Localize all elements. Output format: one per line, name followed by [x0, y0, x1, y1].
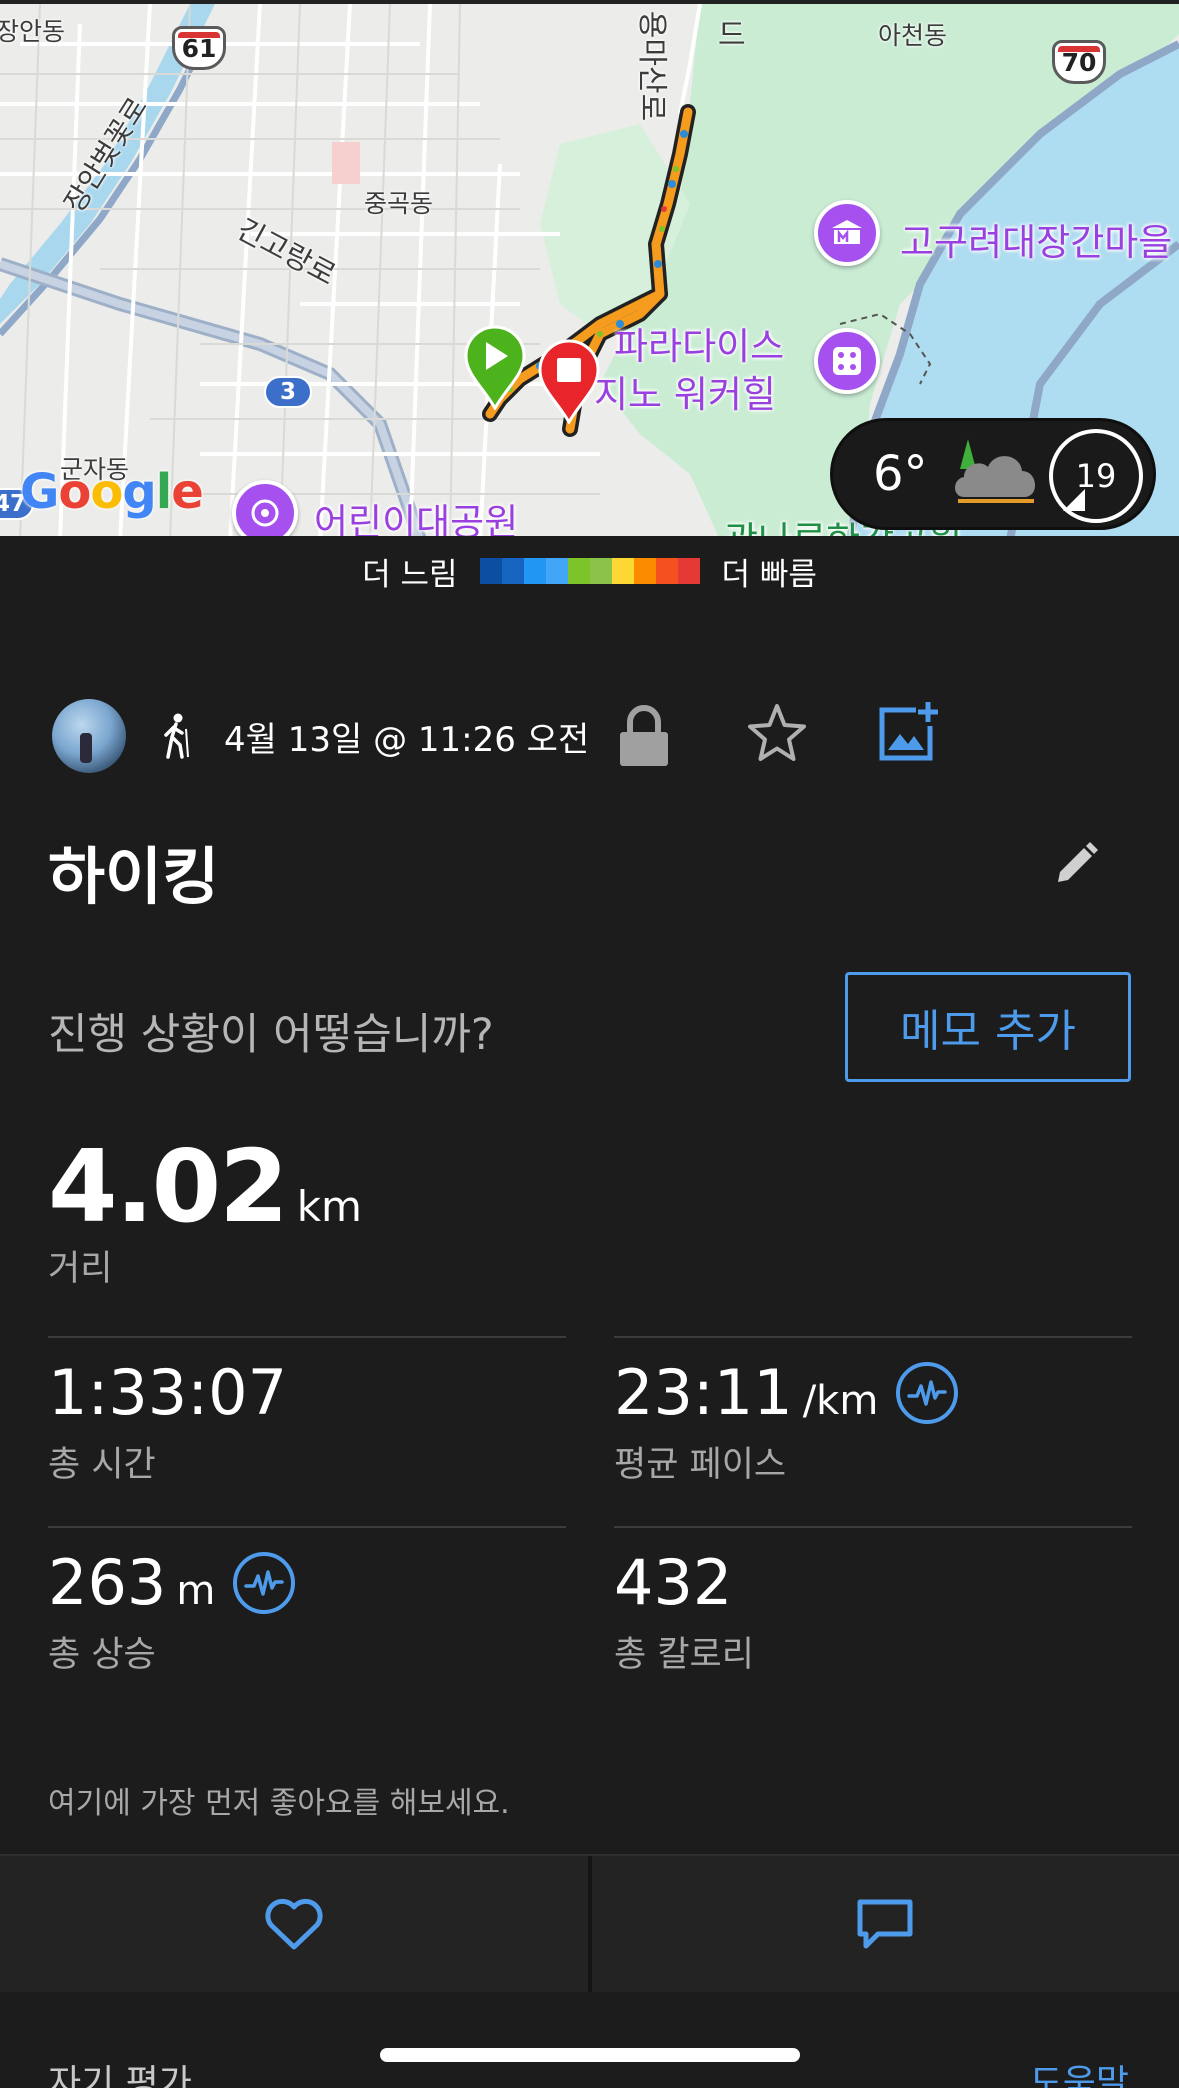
route-3-badge: 3: [264, 376, 312, 408]
like-button[interactable]: [0, 1856, 588, 1992]
self-evaluation-heading: 자기 평가: [48, 2063, 192, 2088]
progress-prompt: 진행 상황이 어떻습니까?: [48, 1010, 494, 1060]
activity-info-row: 4월 13일 @ 11:26 오전: [52, 698, 1132, 774]
wind-direction-icon: [1063, 489, 1085, 511]
weather-widget[interactable]: 6° 19: [830, 418, 1156, 530]
legend-slower-label: 더 느림: [362, 556, 458, 593]
distance-label: 거리: [48, 1249, 113, 1289]
pace-color-swatch: [523, 558, 546, 584]
pace-color-swatch: [501, 558, 524, 584]
comment-button[interactable]: [587, 1856, 1179, 1992]
pace-color-swatch: [479, 558, 502, 584]
activity-date: 4월 13일 @ 11:26 오전: [224, 719, 590, 760]
pace-color-swatch: [589, 558, 612, 584]
elevation-chart-icon[interactable]: [233, 1551, 296, 1614]
calories-label: 총 칼로리: [614, 1635, 754, 1675]
map-label-road-vertical: 용마산로: [634, 10, 670, 122]
distance-stat: 4.02 km: [48, 1128, 362, 1245]
hiking-icon: [164, 713, 189, 759]
total-ascent-unit: m: [176, 1568, 216, 1614]
home-indicator[interactable]: [380, 2048, 800, 2062]
total-time-value: 1:33:07: [48, 1356, 288, 1429]
poi-label-childrens-park[interactable]: 어린이대공원: [314, 492, 518, 536]
cloudy-icon: [954, 439, 1035, 503]
distance-value: 4.02: [48, 1128, 289, 1245]
casino-poi-icon[interactable]: [814, 328, 880, 394]
avatar[interactable]: [52, 699, 126, 773]
pace-color-swatch: [677, 558, 700, 584]
map-label-acheon: 아천동: [878, 21, 948, 50]
stop-marker-icon: [538, 339, 600, 424]
social-action-bar: [0, 1854, 1179, 1992]
legend-faster-label: 더 빠름: [721, 556, 817, 593]
total-time-label: 총 시간: [48, 1445, 156, 1485]
wind-indicator: 19: [1049, 429, 1143, 523]
route-70-shield: 70: [1052, 40, 1106, 84]
avg-pace-stat: 23:11/km 평균 페이스: [614, 1336, 1132, 1516]
memo-prompt-row: 진행 상황이 어떻습니까? 메모 추가: [48, 972, 1132, 1082]
star-icon[interactable]: [746, 702, 808, 764]
museum-poi-icon[interactable]: [814, 200, 880, 266]
weather-temperature: 6°: [873, 446, 928, 502]
pace-color-swatch: [611, 558, 634, 584]
calories-stat: 432 총 칼로리: [614, 1526, 1132, 1706]
total-ascent-value: 263: [48, 1546, 167, 1619]
total-time-stat: 1:33:07 총 시간: [48, 1336, 566, 1516]
lock-icon[interactable]: [618, 704, 670, 768]
distance-unit: km: [296, 1182, 362, 1231]
add-memo-button[interactable]: 메모 추가: [845, 972, 1131, 1082]
map-label-road-fragment: 드: [718, 18, 746, 53]
avg-pace-unit: /km: [802, 1378, 879, 1424]
poi-label-goguryeo[interactable]: 고구려대장간마을: [900, 212, 1172, 266]
pace-color-swatch: [567, 558, 590, 584]
first-like-prompt: 여기에 가장 먼저 좋아요를 해보세요.: [48, 1786, 510, 1821]
pace-color-swatch: [545, 558, 568, 584]
calories-value: 432: [614, 1546, 733, 1619]
map-label-junggok: 중곡동: [364, 189, 434, 218]
add-photo-icon[interactable]: [878, 700, 940, 762]
pace-legend: 더 느림 더 빠름: [0, 536, 1179, 606]
poi-label-paradise-2[interactable]: 지노 워커힐: [594, 364, 776, 418]
poi-label-paradise-1[interactable]: 파라다이스: [614, 316, 784, 370]
avg-pace-value: 23:11: [614, 1356, 793, 1429]
comment-icon: [857, 1899, 913, 1949]
help-link[interactable]: 도움말: [1030, 2054, 1129, 2088]
title-row: 하이킹: [48, 826, 1138, 913]
heart-icon: [265, 1898, 323, 1950]
route-map[interactable]: 장안동 아천동 중곡동 긴고랑로 장안벚꽃로 군자동 드 용마산로 61 70 …: [0, 0, 1179, 536]
avg-pace-label: 평균 페이스: [614, 1445, 787, 1485]
route-61-shield: 61: [172, 26, 226, 70]
start-marker-icon: [464, 325, 526, 410]
total-ascent-stat: 263 m 총 상승: [48, 1526, 566, 1706]
pace-color-swatch: [633, 558, 656, 584]
map-label-jangan: 장안동: [0, 17, 66, 46]
pace-chart-icon[interactable]: [896, 1361, 959, 1424]
edit-pencil-icon[interactable]: [1054, 842, 1098, 886]
google-logo: Google: [20, 464, 204, 520]
pace-color-scale: [479, 558, 700, 584]
total-ascent-label: 총 상승: [48, 1635, 156, 1675]
activity-title[interactable]: 하이킹: [48, 826, 1138, 916]
pace-color-swatch: [655, 558, 678, 584]
